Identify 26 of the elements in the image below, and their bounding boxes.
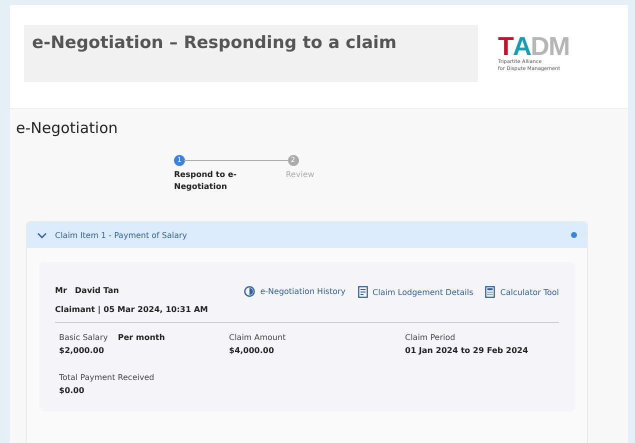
- link[interactable]: Calculator Tool: [485, 286, 559, 298]
- field-value: 01 Jan 2024 to 29 Feb 2024: [405, 346, 530, 355]
- logo-letters: DM: [530, 33, 570, 59]
- calculator-icon: [485, 286, 496, 298]
- logo-letters: T: [498, 33, 513, 59]
- link[interactable]: Claim Lodgement Details: [358, 286, 474, 298]
- field-value: $4,000.00: [229, 346, 276, 355]
- step-label: Respond to e-Negotiation: [174, 169, 238, 193]
- page-heading: e-Negotiation – Responding to a claim: [32, 33, 398, 53]
- history-icon: [244, 286, 256, 297]
- field-value: $2,000.00: [59, 346, 106, 355]
- accordion-header[interactable]: Claim Item 1 - Payment of Salary: [27, 222, 587, 248]
- claimant-name: David Tan: [74, 286, 119, 295]
- claimant-info: Claimant | 05 Mar 2024, 10:31 AM: [55, 305, 208, 314]
- field-label: Total Payment Received: [59, 373, 154, 382]
- field-note: Per month: [118, 333, 165, 342]
- section-title: e-Negotiation: [16, 119, 119, 137]
- field-value: $0.00: [59, 386, 86, 395]
- salutation: Mr: [55, 286, 67, 295]
- field-label: Claim Amount: [229, 333, 286, 342]
- field-label: Claim Period: [405, 333, 456, 342]
- field-label: Basic Salary: [59, 333, 108, 342]
- link[interactable]: e-Negotiation History: [244, 286, 346, 297]
- step-label: Review: [286, 169, 314, 181]
- logo-letters: A: [512, 33, 531, 59]
- document-icon: [358, 286, 368, 298]
